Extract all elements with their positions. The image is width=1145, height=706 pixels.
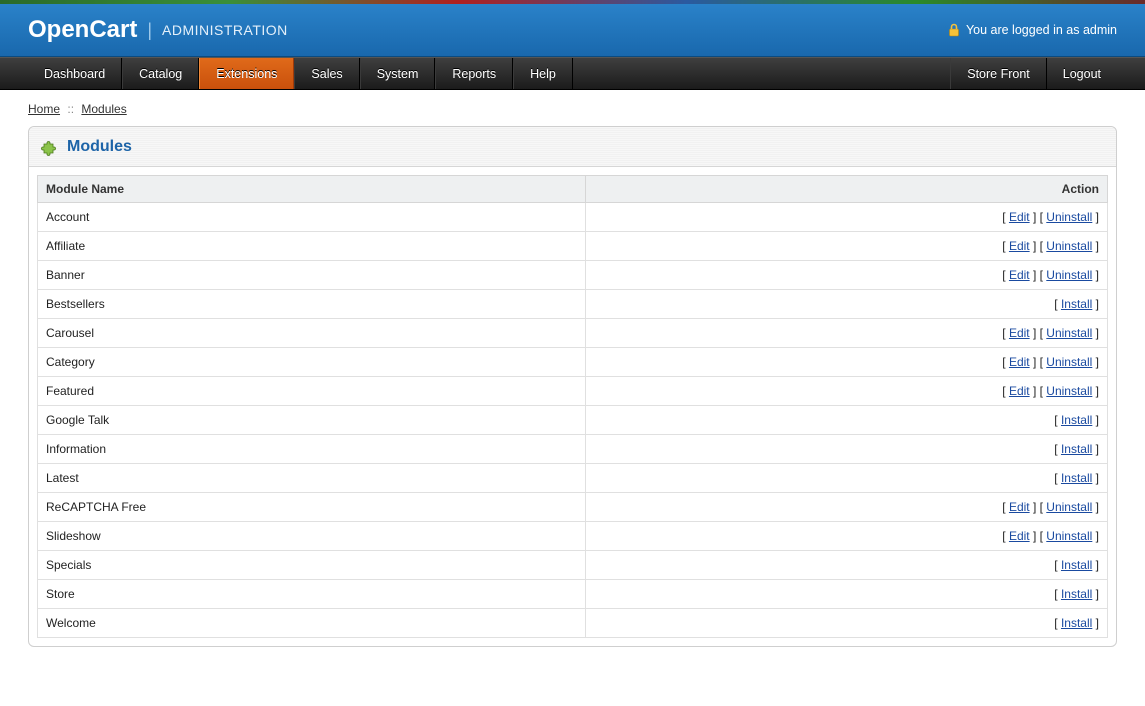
table-row: Affiliate[ Edit ] [ Uninstall ] xyxy=(38,232,1108,261)
edit-link[interactable]: Edit xyxy=(1009,384,1030,398)
brand-separator: | xyxy=(147,20,152,41)
install-link[interactable]: Install xyxy=(1061,587,1092,601)
module-name-cell: Bestsellers xyxy=(38,290,586,319)
menu-item-logout[interactable]: Logout xyxy=(1046,58,1117,89)
table-row: Carousel[ Edit ] [ Uninstall ] xyxy=(38,319,1108,348)
install-link[interactable]: Install xyxy=(1061,616,1092,630)
table-row: Account[ Edit ] [ Uninstall ] xyxy=(38,203,1108,232)
uninstall-link[interactable]: Uninstall xyxy=(1046,268,1092,282)
install-link[interactable]: Install xyxy=(1061,558,1092,572)
install-link[interactable]: Install xyxy=(1061,413,1092,427)
lock-icon xyxy=(948,23,960,37)
brand-section: ADMINISTRATION xyxy=(162,22,288,38)
module-name-cell: Featured xyxy=(38,377,586,406)
table-row: Google Talk[ Install ] xyxy=(38,406,1108,435)
menu-item-extensions[interactable]: Extensions xyxy=(199,58,294,89)
module-action-cell: [ Install ] xyxy=(586,406,1108,435)
edit-link[interactable]: Edit xyxy=(1009,355,1030,369)
column-header-name: Module Name xyxy=(38,176,586,203)
module-action-cell: [ Edit ] [ Uninstall ] xyxy=(586,319,1108,348)
table-row: Latest[ Install ] xyxy=(38,464,1108,493)
menu-item-dashboard[interactable]: Dashboard xyxy=(28,58,122,89)
box-header: Modules xyxy=(29,127,1116,167)
module-name-cell: Latest xyxy=(38,464,586,493)
module-action-cell: [ Install ] xyxy=(586,609,1108,638)
table-row: Bestsellers[ Install ] xyxy=(38,290,1108,319)
table-row: Featured[ Edit ] [ Uninstall ] xyxy=(38,377,1108,406)
uninstall-link[interactable]: Uninstall xyxy=(1046,384,1092,398)
puzzle-icon xyxy=(41,138,59,156)
module-name-cell: Affiliate xyxy=(38,232,586,261)
module-name-cell: Google Talk xyxy=(38,406,586,435)
login-status: You are logged in as admin xyxy=(948,23,1117,37)
module-action-cell: [ Install ] xyxy=(586,464,1108,493)
uninstall-link[interactable]: Uninstall xyxy=(1046,355,1092,369)
module-action-cell: [ Edit ] [ Uninstall ] xyxy=(586,377,1108,406)
content-box: Modules Module Name Action Account[ Edit… xyxy=(28,126,1117,647)
menu-item-catalog[interactable]: Catalog xyxy=(122,58,199,89)
module-action-cell: [ Install ] xyxy=(586,435,1108,464)
uninstall-link[interactable]: Uninstall xyxy=(1046,326,1092,340)
breadcrumb-separator: :: xyxy=(67,102,74,116)
table-row: Banner[ Edit ] [ Uninstall ] xyxy=(38,261,1108,290)
box-body: Module Name Action Account[ Edit ] [ Uni… xyxy=(29,167,1116,646)
column-header-action: Action xyxy=(586,176,1108,203)
edit-link[interactable]: Edit xyxy=(1009,326,1030,340)
install-link[interactable]: Install xyxy=(1061,471,1092,485)
module-name-cell: Information xyxy=(38,435,586,464)
module-name-cell: Specials xyxy=(38,551,586,580)
uninstall-link[interactable]: Uninstall xyxy=(1046,239,1092,253)
table-row: Store[ Install ] xyxy=(38,580,1108,609)
menu-item-sales[interactable]: Sales xyxy=(294,58,359,89)
table-row: Slideshow[ Edit ] [ Uninstall ] xyxy=(38,522,1108,551)
module-action-cell: [ Install ] xyxy=(586,290,1108,319)
table-row: Specials[ Install ] xyxy=(38,551,1108,580)
module-action-cell: [ Install ] xyxy=(586,580,1108,609)
edit-link[interactable]: Edit xyxy=(1009,529,1030,543)
menu-item-help[interactable]: Help xyxy=(513,58,573,89)
brand-name: OpenCart xyxy=(28,16,137,44)
install-link[interactable]: Install xyxy=(1061,297,1092,311)
table-row: ReCAPTCHA Free[ Edit ] [ Uninstall ] xyxy=(38,493,1108,522)
table-row: Category[ Edit ] [ Uninstall ] xyxy=(38,348,1108,377)
uninstall-link[interactable]: Uninstall xyxy=(1046,529,1092,543)
module-action-cell: [ Edit ] [ Uninstall ] xyxy=(586,493,1108,522)
modules-table: Module Name Action Account[ Edit ] [ Uni… xyxy=(37,175,1108,638)
module-action-cell: [ Edit ] [ Uninstall ] xyxy=(586,348,1108,377)
module-name-cell: Carousel xyxy=(38,319,586,348)
module-action-cell: [ Edit ] [ Uninstall ] xyxy=(586,522,1108,551)
module-name-cell: ReCAPTCHA Free xyxy=(38,493,586,522)
module-action-cell: [ Edit ] [ Uninstall ] xyxy=(586,232,1108,261)
menu-item-reports[interactable]: Reports xyxy=(435,58,513,89)
breadcrumb-current[interactable]: Modules xyxy=(81,102,126,116)
main-menu: DashboardCatalogExtensionsSalesSystemRep… xyxy=(0,57,1145,90)
breadcrumb-home[interactable]: Home xyxy=(28,102,60,116)
login-status-text: You are logged in as admin xyxy=(966,23,1117,37)
table-row: Welcome[ Install ] xyxy=(38,609,1108,638)
breadcrumb: Home :: Modules xyxy=(0,90,1145,126)
module-action-cell: [ Install ] xyxy=(586,551,1108,580)
install-link[interactable]: Install xyxy=(1061,442,1092,456)
table-row: Information[ Install ] xyxy=(38,435,1108,464)
uninstall-link[interactable]: Uninstall xyxy=(1046,500,1092,514)
module-name-cell: Slideshow xyxy=(38,522,586,551)
uninstall-link[interactable]: Uninstall xyxy=(1046,210,1092,224)
module-name-cell: Welcome xyxy=(38,609,586,638)
edit-link[interactable]: Edit xyxy=(1009,210,1030,224)
module-name-cell: Account xyxy=(38,203,586,232)
module-action-cell: [ Edit ] [ Uninstall ] xyxy=(586,203,1108,232)
page-title: Modules xyxy=(67,138,132,156)
module-name-cell: Store xyxy=(38,580,586,609)
module-action-cell: [ Edit ] [ Uninstall ] xyxy=(586,261,1108,290)
header-bar: OpenCart | ADMINISTRATION You are logged… xyxy=(0,4,1145,57)
edit-link[interactable]: Edit xyxy=(1009,500,1030,514)
menu-item-system[interactable]: System xyxy=(360,58,436,89)
module-name-cell: Category xyxy=(38,348,586,377)
module-name-cell: Banner xyxy=(38,261,586,290)
menu-item-store-front[interactable]: Store Front xyxy=(950,58,1046,89)
edit-link[interactable]: Edit xyxy=(1009,268,1030,282)
edit-link[interactable]: Edit xyxy=(1009,239,1030,253)
